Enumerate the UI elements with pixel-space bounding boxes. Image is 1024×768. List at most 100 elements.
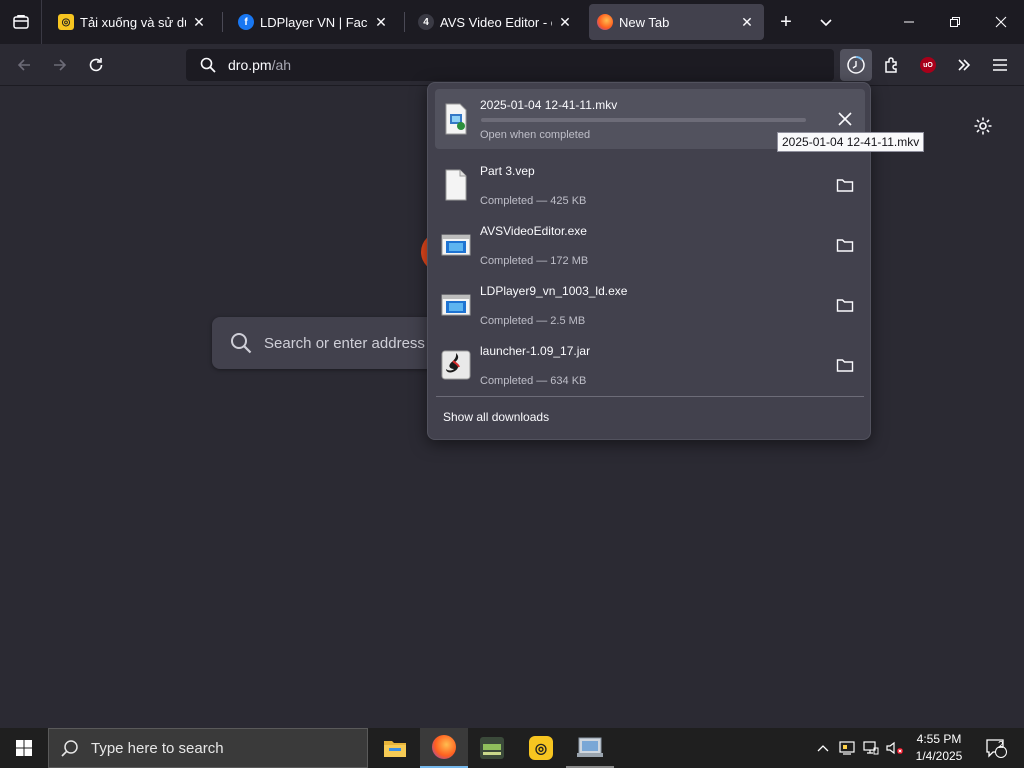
back-button[interactable] — [8, 49, 40, 81]
tab-title: New Tab — [619, 14, 670, 30]
show-in-folder-button[interactable] — [833, 233, 857, 257]
network-icon — [863, 741, 879, 755]
download-status: Completed — 634 KB — [480, 375, 587, 387]
newtab-search-placeholder: Search or enter address — [264, 334, 425, 352]
close-tab-icon[interactable]: ✕ — [190, 13, 208, 31]
tab-separator — [404, 12, 405, 32]
download-progress-icon — [847, 55, 865, 74]
tab-facebook[interactable]: f LDPlayer VN | Facebook ✕ — [230, 4, 398, 40]
download-filename: Part 3.vep — [480, 164, 535, 178]
blank-file-icon — [445, 169, 467, 201]
action-center-button[interactable]: 2 — [976, 728, 1016, 768]
close-tab-icon[interactable]: ✕ — [372, 13, 390, 31]
extensions-button[interactable] — [876, 49, 908, 81]
download-item[interactable]: launcher-1.09_17.jar Completed — 634 KB — [435, 335, 865, 395]
restore-button[interactable] — [932, 0, 978, 44]
search-icon — [200, 57, 216, 73]
minimize-button[interactable] — [886, 0, 932, 44]
url-path: /ah — [271, 57, 292, 73]
firefox-view-button[interactable] — [0, 0, 42, 44]
newtab-settings-button[interactable] — [970, 113, 996, 139]
navigation-toolbar: dro.pm/ah uO — [0, 44, 1024, 86]
close-tab-icon[interactable]: ✕ — [738, 13, 756, 31]
tab-title: AVS Video Editor - easy — [440, 14, 552, 30]
firefox-taskbar-button[interactable] — [420, 728, 468, 768]
java-file-icon — [441, 350, 471, 380]
tab-separator — [222, 12, 223, 32]
download-item[interactable]: AVSVideoEditor.exe Completed — 172 MB — [435, 215, 865, 275]
show-in-folder-button[interactable] — [833, 353, 857, 377]
arrow-left-icon — [17, 59, 30, 71]
tray-app-button[interactable] — [836, 728, 858, 768]
download-filename: 2025-01-04 12-41-11.mkv — [480, 98, 618, 112]
downloads-button[interactable] — [840, 49, 872, 81]
volume-button[interactable] — [884, 728, 906, 768]
close-icon — [838, 112, 852, 126]
download-status: Open when completed — [480, 129, 591, 141]
new-tab-button[interactable]: + — [772, 8, 800, 36]
ublock-origin-button[interactable]: uO — [912, 49, 944, 81]
folder-icon — [836, 359, 854, 372]
download-filename: AVSVideoEditor.exe — [480, 224, 587, 238]
facebook-icon: f — [238, 14, 254, 30]
network-button[interactable] — [860, 728, 882, 768]
folder-icon — [836, 179, 854, 192]
clock-date: 1/4/2025 — [915, 749, 963, 763]
show-in-folder-button[interactable] — [833, 293, 857, 317]
forward-button[interactable] — [44, 49, 76, 81]
app-menu-button[interactable] — [984, 49, 1016, 81]
download-status: Completed — 425 KB — [480, 195, 587, 207]
windows-logo-icon — [16, 740, 32, 756]
puzzle-icon — [885, 57, 897, 73]
download-item[interactable]: Part 3.vep Completed — 425 KB — [435, 155, 865, 215]
chevron-up-icon — [817, 745, 829, 752]
taskbar-search-box[interactable]: Type here to search — [48, 728, 368, 768]
url-text: dro.pm/ah — [228, 57, 291, 73]
tray-app-icon — [839, 741, 855, 755]
avs-video-editor-taskbar-button[interactable] — [566, 728, 614, 768]
download-progress-bar — [481, 118, 806, 122]
game-app-icon — [480, 737, 504, 759]
close-tab-icon[interactable]: ✕ — [556, 13, 574, 31]
tab-avs-video-editor[interactable]: 4 AVS Video Editor - easy ✕ — [410, 4, 582, 40]
restore-icon — [950, 17, 960, 27]
firefox-icon — [432, 735, 456, 759]
game-taskbar-button[interactable] — [468, 728, 516, 768]
tab-ldplayer-download[interactable]: ◎ Tải xuống và sử dụng LDPlayer ✕ — [50, 4, 216, 40]
show-in-folder-button[interactable] — [833, 173, 857, 197]
more-tools-button[interactable] — [948, 49, 980, 81]
taskbar-clock[interactable]: 4:55 PM 1/4/2025 — [905, 731, 973, 765]
download-item[interactable]: LDPlayer9_vn_1003_ld.exe Completed — 2.5… — [435, 275, 865, 335]
ldplayer-taskbar-button[interactable]: ◎ — [517, 728, 565, 768]
download-status: Completed — 172 MB — [480, 255, 589, 267]
folder-icon — [836, 239, 854, 252]
list-all-tabs-button[interactable] — [812, 8, 840, 36]
address-bar[interactable]: dro.pm/ah — [186, 49, 834, 81]
download-status: Completed — 2.5 MB — [480, 315, 586, 327]
file-explorer-taskbar-button[interactable] — [371, 728, 419, 768]
ldplayer-icon: ◎ — [58, 14, 74, 30]
windows-taskbar: Type here to search ◎ 4:55 PM 1/4/2025 2 — [0, 728, 1024, 768]
close-window-button[interactable] — [978, 0, 1024, 44]
reload-button[interactable] — [80, 49, 112, 81]
exe-file-icon — [441, 234, 471, 256]
start-button[interactable] — [0, 728, 48, 768]
show-hidden-icons-button[interactable] — [812, 728, 834, 768]
tab-new-tab[interactable]: New Tab ✕ — [589, 4, 764, 40]
ldplayer-icon: ◎ — [529, 736, 553, 760]
chevron-down-icon — [820, 19, 832, 27]
cancel-download-button[interactable] — [833, 107, 857, 131]
taskbar-search-placeholder: Type here to search — [91, 739, 224, 757]
download-filename: LDPlayer9_vn_1003_ld.exe — [480, 284, 628, 298]
filename-tooltip: 2025-01-04 12-41-11.mkv — [777, 132, 925, 152]
search-icon — [231, 333, 252, 354]
folder-icon — [836, 299, 854, 312]
minimize-icon — [904, 21, 914, 23]
folder-icon — [384, 741, 406, 757]
hamburger-menu-icon — [993, 59, 1007, 71]
double-chevron-right-icon — [958, 59, 971, 71]
avs-icon: 4 — [418, 14, 434, 30]
exe-file-icon — [441, 294, 471, 316]
gear-icon — [974, 117, 992, 135]
show-all-downloads-link[interactable]: Show all downloads — [443, 410, 549, 424]
